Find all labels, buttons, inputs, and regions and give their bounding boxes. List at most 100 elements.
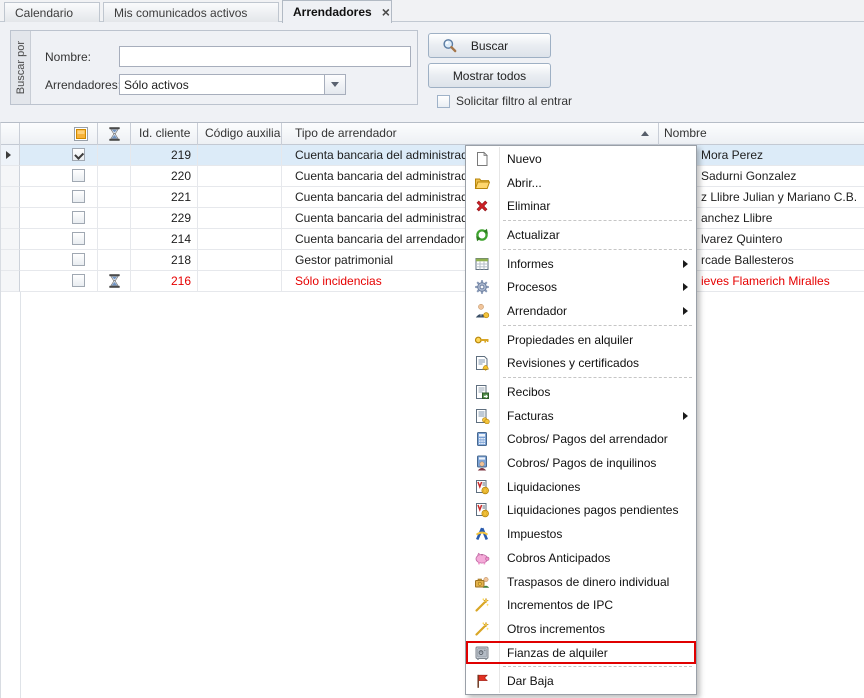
delete-icon [474, 198, 490, 214]
row-checkbox-cell[interactable] [20, 145, 98, 166]
menu-item-liquidaciones[interactable]: Liquidaciones [466, 475, 696, 499]
grid-row-216[interactable]: 216 Sólo incidencias ieves Flamerich Mir… [1, 271, 864, 292]
cell-codigo-auxiliar [198, 166, 282, 187]
menu-item-nuevo[interactable]: Nuevo [466, 147, 696, 171]
grid-row-219[interactable]: 219 Cuenta bancaria del administrador Mo… [1, 145, 864, 166]
new-document-icon [474, 151, 490, 167]
column-header-flag[interactable] [98, 123, 131, 145]
menu-item-label: Cobros Anticipados [507, 551, 610, 565]
select-all-checkbox-icon[interactable] [74, 127, 88, 141]
menu-item-traspasos-de-dinero-individual[interactable]: Traspasos de dinero individual [466, 570, 696, 594]
menu-item-arrendador[interactable]: Arrendador [466, 299, 696, 323]
column-header-select-all[interactable] [20, 123, 98, 145]
row-checkbox[interactable] [72, 253, 85, 266]
menu-item-label: Arrendador [507, 304, 567, 318]
menu-item-cobros-anticipados[interactable]: Cobros Anticipados [466, 546, 696, 570]
row-checkbox-cell[interactable] [20, 229, 98, 250]
tab-bar: Calendario Mis comunicados activos Arren… [0, 0, 864, 22]
menu-item-impuestos[interactable]: Impuestos [466, 522, 696, 546]
landlord-icon [474, 303, 490, 319]
row-flag-cell [98, 271, 131, 292]
piggy-bank-icon [474, 550, 490, 566]
row-selector-cell[interactable] [1, 208, 20, 229]
arrendadores-combo[interactable]: Sólo activos [119, 74, 346, 95]
row-selector-cell[interactable] [1, 187, 20, 208]
tab-label: Calendario [15, 6, 73, 20]
column-header-tipo-de-arrendador[interactable]: Tipo de arrendador [282, 123, 659, 145]
open-folder-icon [474, 175, 490, 191]
cell-id-cliente: 219 [131, 145, 198, 166]
menu-item-eliminar[interactable]: Eliminar [466, 194, 696, 218]
row-selector-gutter [1, 292, 21, 698]
close-tab-icon[interactable]: × [382, 6, 390, 18]
tab-mis-comunicados-activos[interactable]: Mis comunicados activos [103, 2, 279, 22]
combo-dropdown-button[interactable] [324, 75, 345, 94]
menu-item-informes[interactable]: Informes [466, 252, 696, 276]
menu-item-cobros-pagos-del-arrendador[interactable]: Cobros/ Pagos del arrendador [466, 428, 696, 452]
row-selector-cell[interactable] [1, 229, 20, 250]
menu-item-label: Liquidaciones [507, 480, 580, 494]
row-checkbox-cell[interactable] [20, 271, 98, 292]
menu-item-label: Informes [507, 257, 554, 271]
menu-item-liquidaciones-pagos-pendientes[interactable]: Liquidaciones pagos pendientes [466, 499, 696, 523]
row-checkbox-cell[interactable] [20, 208, 98, 229]
search-panel: Buscar por Nombre: Arrendadores: Sólo ac… [10, 30, 418, 105]
grid-row-220[interactable]: 220 Cuenta bancaria del administrador Sa… [1, 166, 864, 187]
sort-ascending-icon [641, 131, 649, 136]
mostrar-todos-button[interactable]: Mostrar todos [428, 63, 551, 88]
menu-item-actualizar[interactable]: Actualizar [466, 223, 696, 247]
combo-value: Sólo activos [120, 78, 324, 92]
menu-item-abrir[interactable]: Abrir... [466, 171, 696, 195]
menu-item-label: Fianzas de alquiler [507, 646, 608, 660]
cell-id-cliente: 229 [131, 208, 198, 229]
tab-arrendadores[interactable]: Arrendadores × [282, 0, 392, 23]
buscar-button[interactable]: Buscar [428, 33, 551, 58]
tab-calendario[interactable]: Calendario [4, 2, 100, 22]
column-header-nombre[interactable]: Nombre [659, 123, 864, 145]
menu-item-label: Recibos [507, 385, 550, 399]
menu-item-label: Cobros/ Pagos de inquilinos [507, 456, 656, 470]
row-checkbox-cell[interactable] [20, 166, 98, 187]
menu-item-recibos[interactable]: Recibos [466, 380, 696, 404]
refresh-icon [474, 227, 490, 243]
column-header-id-cliente[interactable]: Id. cliente [131, 123, 198, 145]
grid-row-218[interactable]: 218 Gestor patrimonial rcade Ballesteros [1, 250, 864, 271]
row-selector-cell[interactable] [1, 271, 20, 292]
solicitar-filtro-checkbox[interactable] [437, 95, 450, 108]
receipt-icon [474, 384, 490, 400]
menu-item-propiedades-en-alquiler[interactable]: Propiedades en alquiler [466, 328, 696, 352]
settlement-icon [474, 479, 490, 495]
column-header-codigo-auxiliar[interactable]: Código auxiliar [198, 123, 282, 145]
invoice-icon [474, 408, 490, 424]
menu-item-fianzas-de-alquiler[interactable]: Fianzas de alquiler [466, 641, 696, 665]
wand-icon [474, 621, 490, 637]
grid-row-229[interactable]: 229 Cuenta bancaria del administrador an… [1, 208, 864, 229]
row-checkbox[interactable] [72, 169, 85, 182]
chevron-down-icon [331, 82, 339, 87]
tenant-calculator-icon [474, 455, 490, 471]
menu-item-dar-baja[interactable]: Dar Baja [466, 669, 696, 693]
row-checkbox[interactable] [72, 274, 85, 287]
menu-item-otros-incrementos[interactable]: Otros incrementos [466, 617, 696, 641]
nombre-input[interactable] [119, 46, 411, 67]
menu-item-facturas[interactable]: Facturas [466, 404, 696, 428]
row-checkbox-cell[interactable] [20, 187, 98, 208]
menu-item-revisiones-y-certificados[interactable]: Revisiones y certificados [466, 352, 696, 376]
submenu-arrow-icon [683, 412, 688, 420]
grid-row-214[interactable]: 214 Cuenta bancaria del arrendador lvare… [1, 229, 864, 250]
row-checkbox[interactable] [72, 190, 85, 203]
row-checkbox-cell[interactable] [20, 250, 98, 271]
row-checkbox[interactable] [72, 148, 85, 161]
menu-item-label: Actualizar [507, 228, 560, 242]
row-selector-cell[interactable] [1, 250, 20, 271]
menu-item-label: Revisiones y certificados [507, 356, 639, 370]
menu-item-cobros-pagos-de-inquilinos[interactable]: Cobros/ Pagos de inquilinos [466, 451, 696, 475]
menu-item-incrementos-de-ipc[interactable]: Incrementos de IPC [466, 593, 696, 617]
row-selector-cell[interactable] [1, 145, 20, 166]
grid-row-221[interactable]: 221 Cuenta bancaria del administrador z … [1, 187, 864, 208]
row-checkbox[interactable] [72, 211, 85, 224]
cell-codigo-auxiliar [198, 187, 282, 208]
menu-item-procesos[interactable]: Procesos [466, 275, 696, 299]
row-checkbox[interactable] [72, 232, 85, 245]
row-selector-cell[interactable] [1, 166, 20, 187]
